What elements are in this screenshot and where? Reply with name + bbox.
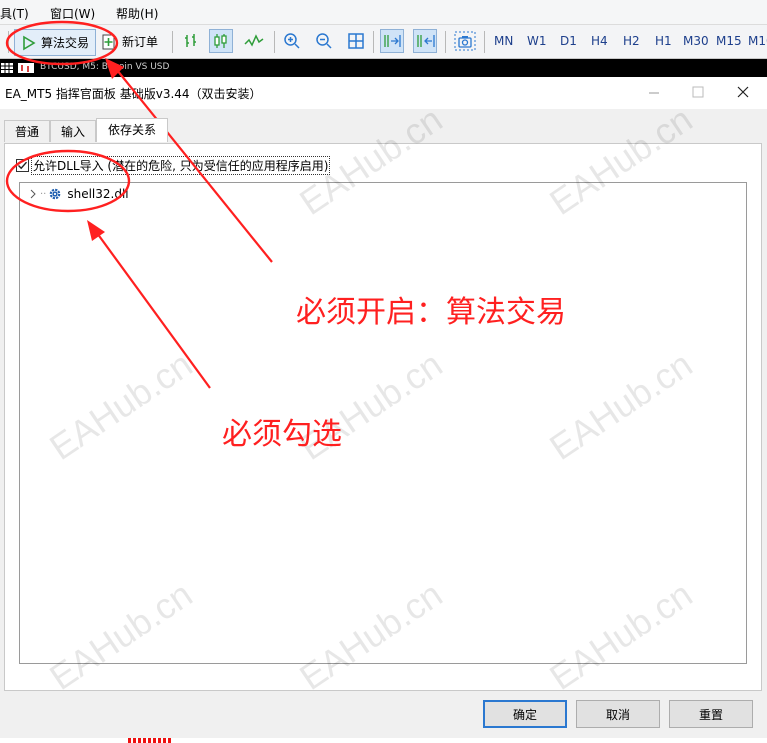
annotation-must-check: 必须勾选 bbox=[222, 417, 342, 452]
annotation-overlay bbox=[5, 20, 273, 389]
annotation-enable-algo: 必须开启：算法交易 bbox=[296, 295, 566, 330]
arrow-to-dll-checkbox bbox=[96, 232, 211, 389]
algo-trading-highlight-circle bbox=[5, 20, 119, 66]
arrow-to-algo-trading bbox=[116, 69, 273, 263]
arrow-head-dll bbox=[87, 220, 105, 241]
tab-dependencies[interactable]: 依存关系 bbox=[96, 118, 168, 142]
dll-checkbox-highlight-circle bbox=[5, 149, 131, 213]
